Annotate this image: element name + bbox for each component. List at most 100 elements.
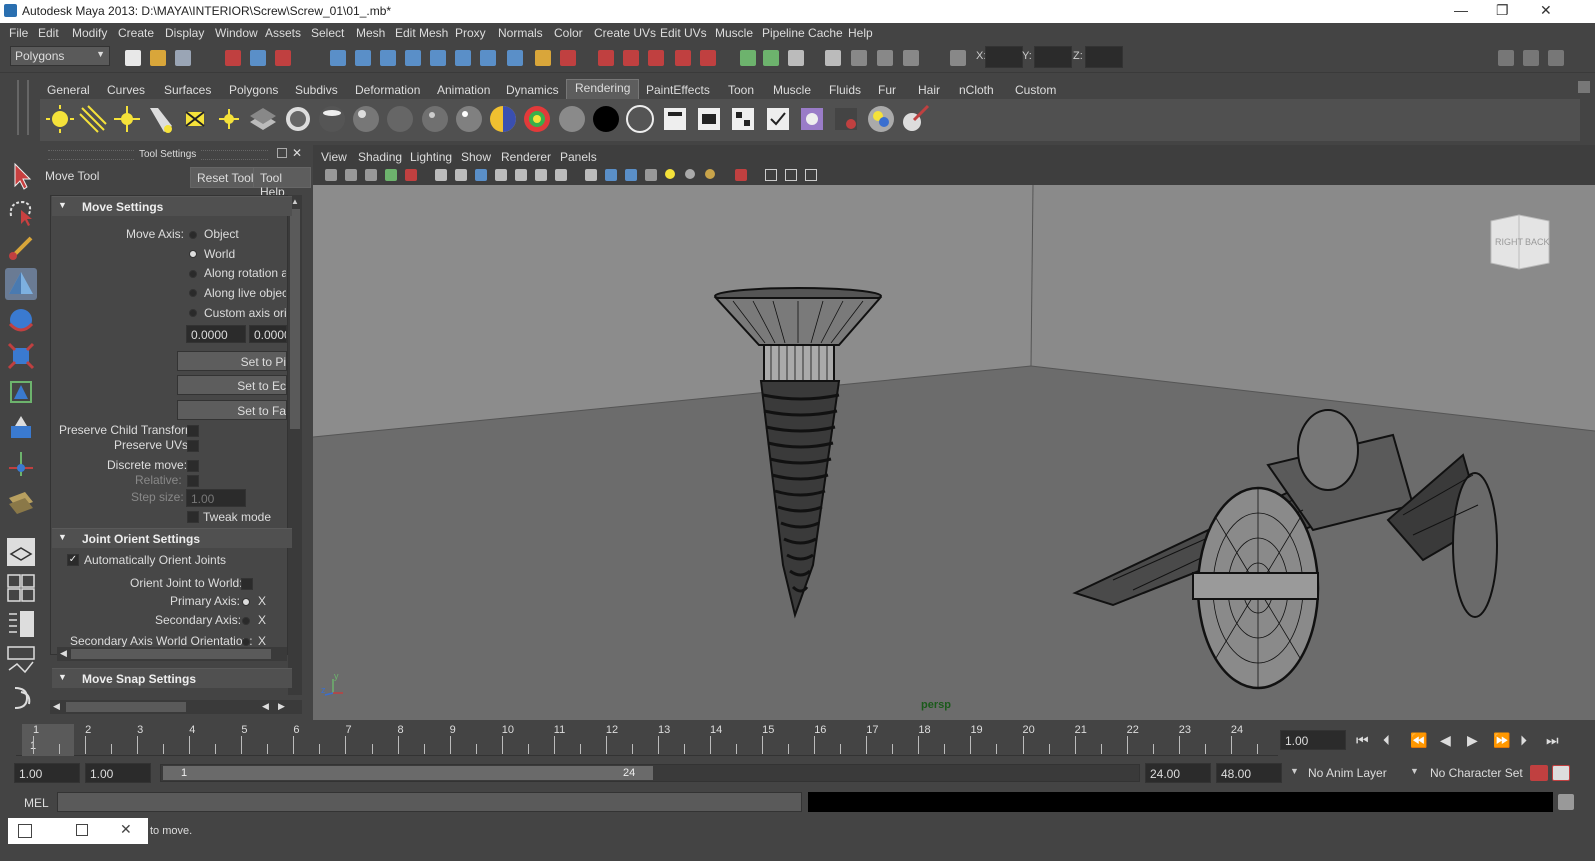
render-view-icon[interactable] [825, 50, 841, 66]
spot-light-icon[interactable] [146, 104, 176, 134]
secondary-axis-radio[interactable] [242, 617, 250, 625]
four-view-layout-icon[interactable] [5, 572, 37, 604]
select-camera-icon[interactable] [325, 169, 337, 181]
preserve-uvs-checkbox[interactable] [187, 440, 199, 452]
animation-preferences-icon[interactable] [1552, 765, 1570, 781]
viewport-panel[interactable]: View Shading Lighting Show Renderer Pane… [313, 145, 1595, 720]
phonge-shader-icon[interactable] [488, 104, 518, 134]
close-window-icon[interactable]: ✕ [120, 821, 132, 838]
character-set-selector[interactable]: No Character Set [1430, 766, 1523, 780]
pick-dynamics-icon[interactable] [455, 50, 471, 66]
camera-attributes-icon[interactable] [345, 169, 357, 181]
tool-help-button[interactable]: Tool Help [253, 167, 311, 199]
start-time-field[interactable]: 1.00 [14, 763, 80, 783]
menu-help[interactable]: Help [848, 26, 873, 40]
viewport-menu-shading[interactable]: Shading [358, 150, 402, 164]
tool-settings-toggle-icon[interactable] [1523, 50, 1539, 66]
select-component-icon[interactable] [275, 50, 291, 66]
horizontal-scrollbar[interactable]: ◀ ◀ ▶ [50, 700, 302, 714]
anim-layer-selector[interactable]: No Anim Layer [1308, 766, 1387, 780]
show-manipulator-icon[interactable] [5, 448, 37, 480]
menu-edit-mesh[interactable]: Edit Mesh [395, 26, 448, 40]
shelf-tab-animation[interactable]: Animation [437, 83, 490, 97]
shelf-options-icon[interactable] [1578, 81, 1590, 93]
menu-mesh[interactable]: Mesh [356, 26, 385, 40]
safe-action-icon[interactable] [535, 169, 547, 181]
scroll-up-icon[interactable]: ▲ [291, 197, 299, 206]
secondary-world-radio[interactable] [242, 638, 250, 646]
select-hierarchy-icon[interactable] [225, 50, 241, 66]
shelf-tab-surfaces[interactable]: Surfaces [164, 83, 211, 97]
image-plane-icon[interactable] [385, 169, 397, 181]
current-time-field[interactable]: 1.00 [1280, 730, 1346, 750]
directional-light-icon[interactable] [78, 104, 108, 134]
menu-muscle[interactable]: Muscle [715, 26, 753, 40]
custom-axis-field-2[interactable]: 0.0000 [249, 325, 287, 343]
command-input[interactable] [57, 792, 802, 812]
area-light-icon[interactable] [180, 104, 210, 134]
close-panel-icon[interactable]: ✕ [292, 146, 302, 160]
shelf-tab-fluids[interactable]: Fluids [829, 83, 861, 97]
view-cube[interactable]: RIGHT BACK [1485, 211, 1553, 273]
custom-axis-field-1[interactable]: 0.0000 [186, 325, 246, 343]
textured-icon[interactable] [645, 169, 657, 181]
reset-tool-button[interactable]: Reset Tool [190, 167, 261, 188]
shading-map-icon[interactable] [557, 104, 587, 134]
xray-components-icon[interactable] [805, 169, 817, 181]
restore-window-icon[interactable] [18, 824, 32, 838]
save-scene-icon[interactable] [175, 50, 191, 66]
move-settings-header[interactable]: ▼ Move Settings [52, 196, 292, 216]
chevron-down-icon[interactable]: ▼ [1410, 766, 1419, 776]
primary-axis-radio[interactable] [242, 598, 250, 606]
orient-world-checkbox[interactable] [241, 578, 253, 590]
shelf-tab-curves[interactable]: Curves [107, 83, 145, 97]
shelf-tab-subdivs[interactable]: Subdivs [295, 83, 338, 97]
render-settings-icon[interactable] [903, 50, 919, 66]
paint-brush-icon[interactable] [900, 104, 930, 134]
xray-icon[interactable] [765, 169, 777, 181]
shelf-tab-muscle[interactable]: Muscle [773, 83, 811, 97]
render-current-icon[interactable] [851, 50, 867, 66]
safe-title-icon[interactable] [555, 169, 567, 181]
ramp-shader-icon[interactable] [522, 104, 552, 134]
axis-radio-live[interactable] [189, 289, 197, 297]
float-panel-icon[interactable] [277, 148, 287, 158]
menu-file[interactable]: File [9, 26, 28, 40]
shelf-menu[interactable] [10, 80, 35, 140]
preserve-child-checkbox[interactable] [187, 425, 199, 437]
viewport-menu-panels[interactable]: Panels [560, 150, 597, 164]
minimized-window[interactable]: ✕ [8, 818, 148, 844]
axis-radio-object[interactable] [189, 231, 197, 239]
snap-view-plane-icon[interactable] [675, 50, 691, 66]
z-field[interactable] [1085, 46, 1123, 68]
scroll-left-icon[interactable]: ◀ [262, 701, 269, 712]
soft-modification-icon[interactable] [5, 412, 37, 444]
menu-window[interactable]: Window [215, 26, 258, 40]
shelf-tab-dynamics[interactable]: Dynamics [506, 83, 559, 97]
timeline-track[interactable] [16, 722, 1278, 756]
snap-grid-icon[interactable] [598, 50, 614, 66]
film-gate-icon[interactable] [455, 169, 467, 181]
minimize-button[interactable]: — [1454, 2, 1468, 18]
hypershade-icon[interactable] [248, 104, 278, 134]
range-slider-thumb[interactable] [163, 766, 653, 780]
input-operations-icon[interactable] [740, 50, 756, 66]
highlight-selection-icon[interactable] [560, 50, 576, 66]
menu-display[interactable]: Display [165, 26, 204, 40]
hypershade-window-icon[interactable] [797, 104, 827, 134]
chevron-down-icon[interactable]: ▼ [1290, 766, 1299, 776]
shelf-tab-fur[interactable]: Fur [878, 83, 896, 97]
play-backwards-icon[interactable]: ◀ [1440, 732, 1451, 749]
ambient-light-icon[interactable] [45, 104, 75, 134]
render-current-frame-icon[interactable] [660, 104, 690, 134]
pick-curve-icon[interactable] [380, 50, 396, 66]
scroll-left-icon[interactable]: ◀ [53, 701, 60, 712]
resolution-gate-icon[interactable] [475, 169, 487, 181]
output-operations-icon[interactable] [763, 50, 779, 66]
open-scene-icon[interactable] [150, 50, 166, 66]
pick-surface-icon[interactable] [405, 50, 421, 66]
pick-joint-icon[interactable] [355, 50, 371, 66]
inner-horizontal-scrollbar[interactable]: ◀ [57, 647, 287, 661]
discrete-move-checkbox[interactable] [187, 460, 199, 472]
outliner-layout-icon[interactable] [5, 608, 37, 640]
